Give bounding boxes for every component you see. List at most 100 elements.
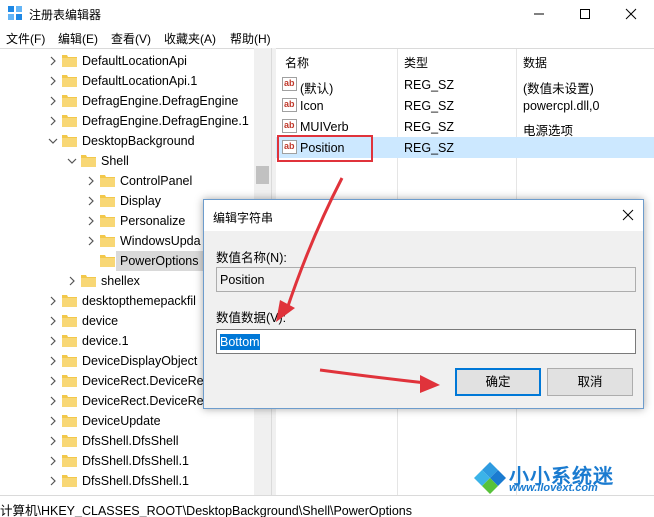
tree-item[interactable]: ControlPanel (86, 171, 254, 191)
value-row[interactable]: ab MUIVerb REG_SZ 电源选项 (276, 116, 654, 138)
folder-icon (62, 95, 77, 107)
value-name-cell: Icon (300, 99, 324, 113)
column-header-data[interactable]: 数据 (523, 54, 547, 71)
folder-icon (62, 395, 77, 407)
value-name-field: Position (216, 267, 636, 292)
value-type-cell: REG_SZ (404, 99, 455, 113)
folder-icon (100, 175, 115, 187)
value-data-input[interactable]: Bottom (216, 329, 636, 354)
chevron-right-icon[interactable] (86, 176, 96, 186)
dialog-title-bar: 编辑字符串 (204, 200, 643, 231)
tree-item[interactable]: DeviceUpdate (48, 411, 254, 431)
status-bar: 计算机\HKEY_CLASSES_ROOT\DesktopBackground\… (0, 495, 654, 517)
tree-item-label: shellex (101, 274, 140, 288)
value-row[interactable]: ab (默认) REG_SZ (数值未设置) (276, 74, 654, 96)
tree-item[interactable]: Shell (67, 151, 254, 171)
chevron-right-icon[interactable] (48, 416, 58, 426)
chevron-right-icon[interactable] (48, 376, 58, 386)
chevron-right-icon[interactable] (48, 296, 58, 306)
folder-icon (62, 115, 77, 127)
tree-scroll-thumb[interactable] (256, 166, 269, 184)
folder-icon (62, 295, 77, 307)
menu-help[interactable]: 帮助(H) (230, 30, 271, 47)
tree-item-label: Shell (101, 154, 129, 168)
chevron-right-icon[interactable] (48, 456, 58, 466)
chevron-right-icon[interactable] (48, 476, 58, 486)
chevron-right-icon[interactable] (48, 356, 58, 366)
chevron-down-icon[interactable] (67, 156, 77, 166)
tree-item-label: device.1 (82, 334, 129, 348)
column-header-name[interactable]: 名称 (285, 54, 309, 71)
value-row[interactable]: ab Icon REG_SZ powercpl.dll,0 (276, 95, 654, 116)
chevron-right-icon[interactable] (48, 76, 58, 86)
folder-icon (100, 215, 115, 227)
chevron-right-icon[interactable] (67, 276, 77, 286)
folder-icon (62, 475, 77, 487)
tree-item-label: DeviceRect.DeviceRe (82, 394, 204, 408)
value-type-cell: REG_SZ (404, 78, 455, 92)
maximize-button[interactable] (562, 0, 608, 27)
chevron-right-icon[interactable] (48, 396, 58, 406)
minimize-button[interactable] (516, 0, 562, 27)
value-name-cell: MUIVerb (300, 120, 349, 134)
chevron-right-icon[interactable] (48, 116, 58, 126)
dialog-close-icon[interactable] (622, 209, 634, 221)
folder-icon (62, 135, 77, 147)
chevron-right-icon[interactable] (48, 56, 58, 66)
value-type-cell: REG_SZ (404, 120, 455, 134)
chevron-down-icon[interactable] (48, 136, 58, 146)
tree-item[interactable]: DefragEngine.DefragEngine (48, 91, 254, 111)
chevron-right-icon[interactable] (48, 96, 58, 106)
folder-icon (100, 195, 115, 207)
tree-item-label: DfsShell.DfsShell.1 (82, 454, 189, 468)
tree-item[interactable]: DfsShell.DfsShell.1 (48, 451, 254, 471)
menu-favorites[interactable]: 收藏夹(A) (164, 30, 216, 47)
chevron-right-icon[interactable] (48, 316, 58, 326)
chevron-right-icon[interactable] (86, 236, 96, 246)
tree-item-label: DeviceRect.DeviceRe (82, 374, 204, 388)
close-button[interactable] (608, 0, 654, 27)
tree-item-label: DefaultLocationApi.1 (82, 74, 198, 88)
tree-item[interactable]: DefaultLocationApi.1 (48, 71, 254, 91)
menu-file[interactable]: 文件(F) (6, 30, 45, 47)
diamond-logo-icon (474, 462, 506, 494)
tree-item[interactable]: DefaultLocationApi (48, 51, 254, 71)
tree-item[interactable]: DefragEngine.DefragEngine.1 (48, 111, 254, 131)
tree-item[interactable]: DesktopBackground (48, 131, 254, 151)
tree-item[interactable]: DfsShell.DfsShell (48, 431, 254, 451)
cancel-button[interactable]: 取消 (547, 368, 633, 396)
chevron-right-icon[interactable] (48, 436, 58, 446)
tree-item-label: DefragEngine.DefragEngine.1 (82, 114, 249, 128)
chevron-right-icon[interactable] (86, 216, 96, 226)
tree-item-label: Personalize (120, 214, 186, 228)
tree-item-label: PowerOptions (120, 254, 199, 268)
ok-button[interactable]: 确定 (455, 368, 541, 396)
value-name-text: Position (220, 273, 265, 287)
folder-icon (62, 415, 77, 427)
tree-item[interactable]: DfsShell.DfsShell.1 (48, 471, 254, 491)
annotation-highlight-box (277, 135, 373, 162)
tree-item-label: Display (120, 194, 161, 208)
tree-item-label: DeviceUpdate (82, 414, 161, 428)
folder-icon (62, 55, 77, 67)
title-bar: 注册表编辑器 (0, 0, 654, 27)
tree-item-label: device (82, 314, 119, 328)
tree-item-label: DfsShell.DfsShell.1 (82, 474, 189, 488)
folder-icon (81, 155, 96, 167)
chevron-right-icon[interactable] (48, 336, 58, 346)
column-header-type[interactable]: 类型 (404, 54, 428, 71)
status-path: 计算机\HKEY_CLASSES_ROOT\DesktopBackground\… (0, 504, 412, 517)
menu-view[interactable]: 查看(V) (111, 30, 151, 47)
edit-string-dialog: 编辑字符串 数值名称(N): Position 数值数据(V): Bottom … (203, 199, 644, 409)
value-data-text: Bottom (220, 334, 260, 350)
menu-edit[interactable]: 编辑(E) (58, 30, 98, 47)
maximize-icon (580, 9, 590, 19)
folder-icon (62, 435, 77, 447)
folder-icon (62, 455, 77, 467)
folder-icon (100, 235, 115, 247)
value-data-label: 数值数据(V): (216, 311, 287, 325)
chevron-right-icon[interactable] (86, 196, 96, 206)
value-type-cell: REG_SZ (404, 141, 455, 155)
dialog-title: 编辑字符串 (213, 211, 274, 225)
registry-editor-icon (8, 6, 22, 20)
